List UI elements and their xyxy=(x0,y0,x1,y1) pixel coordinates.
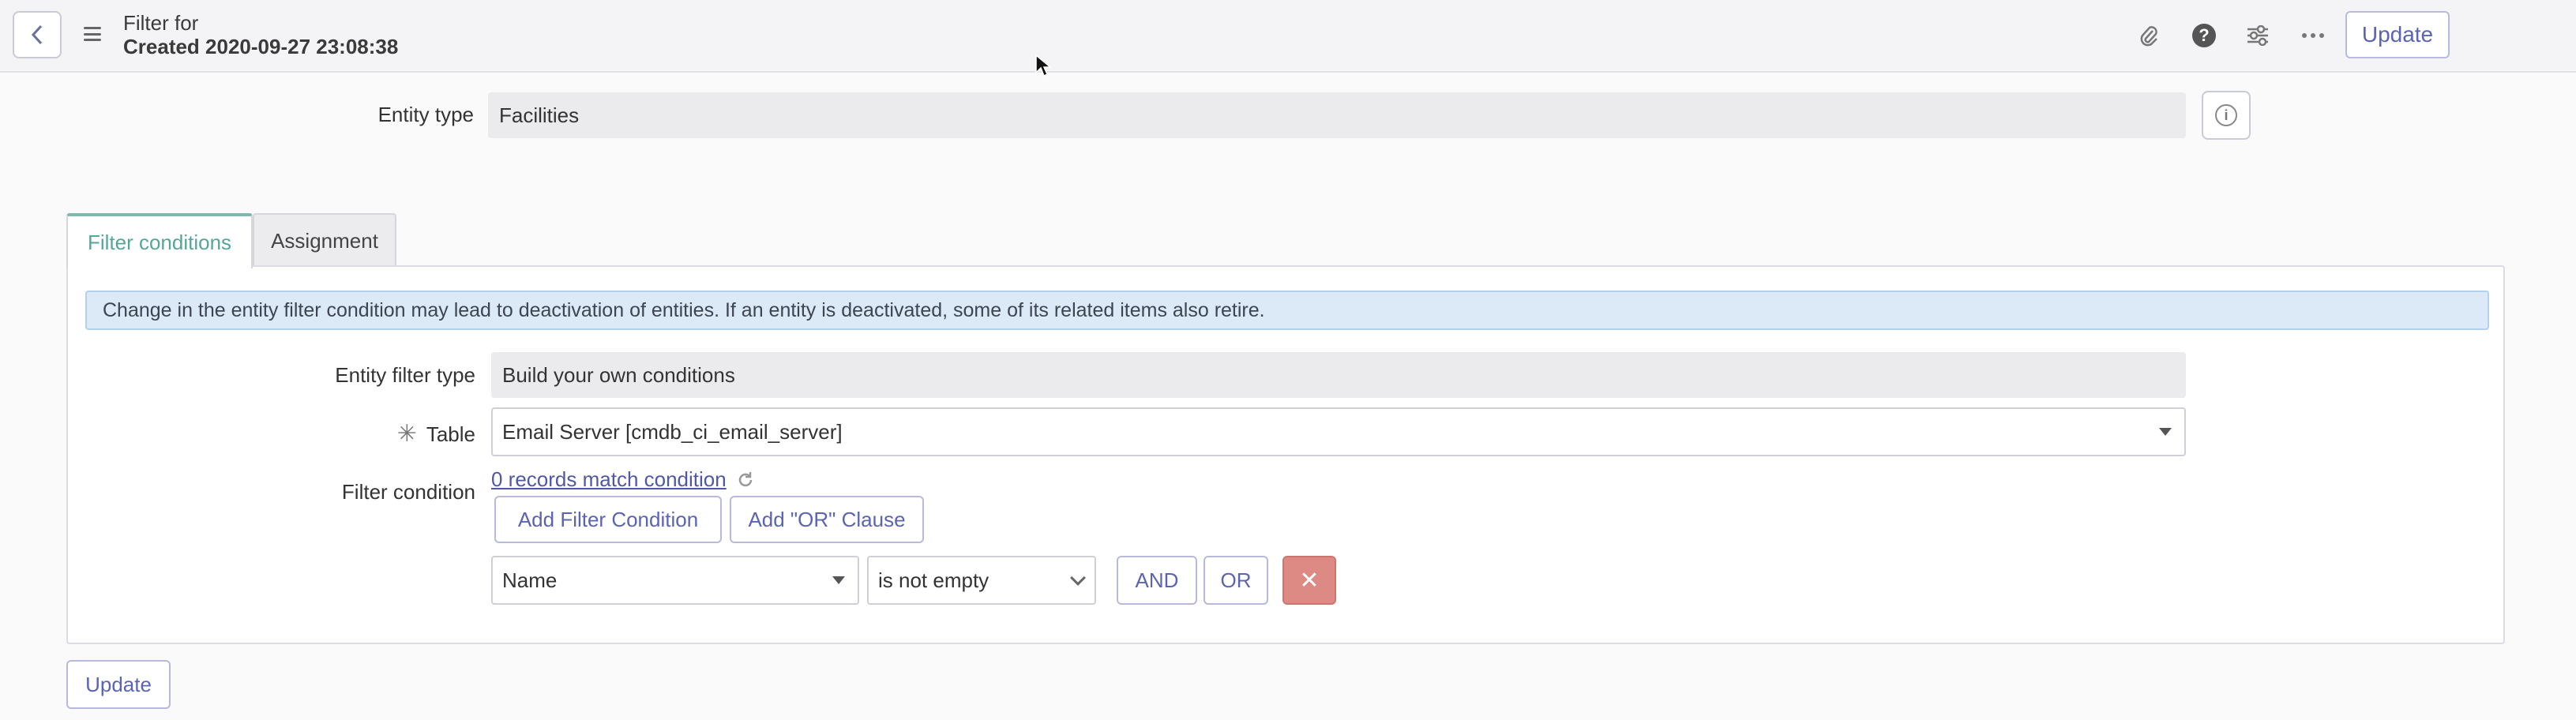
tab-assignment[interactable]: Assignment xyxy=(253,213,396,267)
required-icon: ✳ xyxy=(396,421,417,447)
update-button[interactable]: Update xyxy=(66,660,171,709)
condition-operator-select[interactable]: is not empty xyxy=(867,556,1096,605)
caret-down-icon xyxy=(832,576,845,584)
condition-field-select[interactable]: Name xyxy=(491,556,859,605)
filter-conditions-panel: Change in the entity filter condition ma… xyxy=(66,265,2505,644)
entity-filter-type-field[interactable]: Build your own conditions xyxy=(491,352,2186,398)
table-label-text: Table xyxy=(426,422,475,446)
table-select[interactable]: Email Server [cmdb_ci_email_server] xyxy=(491,407,2186,456)
refresh-icon[interactable] xyxy=(736,471,755,489)
or-button[interactable]: OR xyxy=(1204,556,1268,605)
hamburger-icon[interactable] xyxy=(84,27,101,41)
header-update-button[interactable]: Update xyxy=(2345,11,2450,58)
delete-condition-button[interactable]: ✕ xyxy=(1282,556,1336,605)
add-filter-condition-button[interactable]: Add Filter Condition xyxy=(494,496,722,543)
entity-type-field[interactable]: Facilities xyxy=(488,92,2186,138)
filter-condition-label: Filter condition xyxy=(341,480,475,504)
header-title-line2: Created 2020-09-27 23:08:38 xyxy=(123,35,399,58)
entity-filter-type-label: Entity filter type xyxy=(335,363,475,387)
header-title: Filter for Created 2020-09-27 23:08:38 xyxy=(123,11,398,58)
header-title-line1: Filter for xyxy=(123,11,199,35)
entity-type-label: Entity type xyxy=(377,103,474,126)
info-button[interactable]: i xyxy=(2202,91,2251,140)
close-icon: ✕ xyxy=(1299,567,1320,594)
back-button[interactable] xyxy=(13,11,62,58)
condition-operator-value: is not empty xyxy=(878,568,989,592)
form-header: Filter for Created 2020-09-27 23:08:38 ?… xyxy=(0,0,2576,73)
chevron-left-icon xyxy=(31,24,43,45)
chevron-down-icon xyxy=(1070,570,1086,586)
add-or-clause-button[interactable]: Add "OR" Clause xyxy=(730,496,924,543)
help-icon[interactable]: ? xyxy=(2191,22,2217,49)
and-button[interactable]: AND xyxy=(1117,556,1197,605)
table-label: ✳ Table xyxy=(257,420,475,448)
info-icon: i xyxy=(2215,104,2237,126)
table-select-value: Email Server [cmdb_ci_email_server] xyxy=(502,419,843,444)
tab-filter-conditions[interactable]: Filter conditions xyxy=(66,213,253,268)
caret-down-icon xyxy=(2159,428,2172,436)
more-icon[interactable] xyxy=(2300,22,2326,49)
paperclip-icon[interactable] xyxy=(2135,22,2162,49)
deactivation-notice: Change in the entity filter condition ma… xyxy=(85,291,2489,330)
records-match-link[interactable]: 0 records match condition xyxy=(491,467,727,492)
sliders-icon[interactable] xyxy=(2244,22,2271,49)
mouse-cursor-icon xyxy=(1035,54,1052,77)
condition-field-value: Name xyxy=(502,568,558,592)
